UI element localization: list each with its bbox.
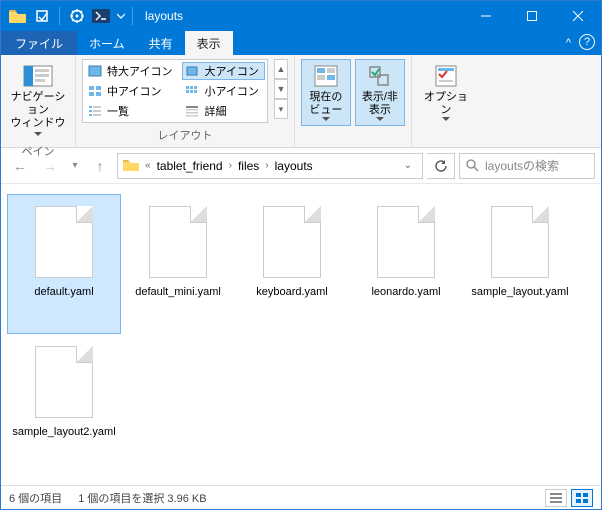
ribbon: ナビゲーション ウィンドウ ペイン 特大アイコン 大アイコン 中アイコン 小アイ… xyxy=(1,55,601,148)
file-name: sample_layout2.yaml xyxy=(12,426,115,440)
ribbon-tabs: ファイル ホーム 共有 表示 ^ ? xyxy=(1,31,601,55)
ribbon-group-views: 現在の ビュー 表示/非 表示 xyxy=(295,55,412,147)
file-item[interactable]: default_mini.yaml xyxy=(121,194,235,334)
breadcrumb-segment[interactable]: tablet_friend xyxy=(154,159,226,173)
chevron-right-icon[interactable]: › xyxy=(264,160,269,171)
file-name: sample_layout.yaml xyxy=(471,286,568,300)
file-item[interactable]: keyboard.yaml xyxy=(235,194,349,334)
navigation-pane-label: ナビゲーション ウィンドウ xyxy=(9,91,67,131)
tab-file[interactable]: ファイル xyxy=(1,31,77,55)
qat-dropdown-icon[interactable] xyxy=(114,5,128,27)
titlebar: layouts xyxy=(1,1,601,31)
breadcrumb-segment[interactable]: layouts xyxy=(272,159,316,173)
layout-small-icons[interactable]: 小アイコン xyxy=(182,82,264,100)
file-item[interactable]: default.yaml xyxy=(7,194,121,334)
file-item[interactable]: sample_layout.yaml xyxy=(463,194,577,334)
powershell-icon[interactable] xyxy=(90,5,112,27)
up-button[interactable]: ↑ xyxy=(87,153,113,179)
current-view-button[interactable]: 現在の ビュー xyxy=(301,59,351,126)
file-name: default.yaml xyxy=(34,286,93,300)
status-selection: 1 個の項目を選択 3.96 KB xyxy=(78,490,206,506)
search-placeholder: layoutsの検索 xyxy=(485,157,559,174)
file-item[interactable]: leonardo.yaml xyxy=(349,194,463,334)
file-name: leonardo.yaml xyxy=(371,286,440,300)
folder-icon xyxy=(122,158,140,174)
recent-locations-button[interactable]: ▾ xyxy=(67,153,83,179)
view-details-toggle[interactable] xyxy=(545,489,567,507)
window-title: layouts xyxy=(145,9,183,23)
file-icon xyxy=(377,206,435,278)
file-item[interactable]: sample_layout2.yaml xyxy=(7,334,121,474)
ribbon-expand-icon[interactable]: ^ xyxy=(566,37,571,49)
file-name: keyboard.yaml xyxy=(256,286,328,300)
close-button[interactable] xyxy=(555,1,601,31)
show-hide-button[interactable]: 表示/非 表示 xyxy=(355,59,405,126)
pin-icon[interactable] xyxy=(31,5,53,27)
quick-access-toolbar xyxy=(1,5,128,27)
status-item-count: 6 個の項目 xyxy=(9,490,62,506)
explorer-window: layouts ファイル ホーム 共有 表示 ^ ? ナビゲーション ウィンドウ xyxy=(0,0,602,510)
address-dropdown-icon[interactable]: ⌄ xyxy=(398,160,418,171)
layout-large-icons[interactable]: 大アイコン xyxy=(182,62,264,80)
status-bar: 6 個の項目 1 個の項目を選択 3.96 KB xyxy=(1,485,601,509)
file-list[interactable]: default.yaml default_mini.yaml keyboard.ya… xyxy=(1,184,601,485)
address-bar-row: ← → ▾ ↑ « tablet_friend › files › layout… xyxy=(1,148,601,184)
tab-home[interactable]: ホーム xyxy=(77,31,137,55)
layout-scroll-down[interactable]: ▼ xyxy=(274,79,288,99)
refresh-button[interactable] xyxy=(427,153,455,179)
file-icon xyxy=(263,206,321,278)
file-name: default_mini.yaml xyxy=(135,286,221,300)
tab-share[interactable]: 共有 xyxy=(137,31,185,55)
folder-icon[interactable] xyxy=(7,5,29,27)
back-button[interactable]: ← xyxy=(7,153,33,179)
chevron-right-icon[interactable]: › xyxy=(228,160,233,171)
view-icons-toggle[interactable] xyxy=(571,489,593,507)
ribbon-group-layout: 特大アイコン 大アイコン 中アイコン 小アイコン 一覧 詳細 ▲ ▼ ▾ レイア… xyxy=(76,55,295,147)
navigation-pane-button[interactable]: ナビゲーション ウィンドウ xyxy=(7,59,69,141)
layout-list[interactable]: 一覧 xyxy=(85,102,178,120)
layout-scroll-up[interactable]: ▲ xyxy=(274,59,288,79)
file-icon xyxy=(491,206,549,278)
layout-medium-icons[interactable]: 中アイコン xyxy=(85,82,178,100)
help-icon[interactable]: ? xyxy=(579,34,595,50)
maximize-button[interactable] xyxy=(509,1,555,31)
breadcrumb-segment[interactable]: files xyxy=(235,159,262,173)
chevron-right-icon[interactable]: « xyxy=(144,160,152,171)
file-icon xyxy=(35,346,93,418)
address-bar[interactable]: « tablet_friend › files › layouts ⌄ xyxy=(117,153,423,179)
navigation-pane-icon xyxy=(22,63,54,89)
layout-details[interactable]: 詳細 xyxy=(182,102,264,120)
options-button[interactable]: オプション xyxy=(418,59,474,126)
layout-expand[interactable]: ▾ xyxy=(274,99,288,119)
search-box[interactable]: layoutsの検索 xyxy=(459,153,595,179)
minimize-button[interactable] xyxy=(463,1,509,31)
file-icon xyxy=(149,206,207,278)
ribbon-group-options: オプション xyxy=(412,55,480,147)
layout-extra-large-icons[interactable]: 特大アイコン xyxy=(85,62,178,80)
tab-view[interactable]: 表示 xyxy=(185,31,233,55)
ribbon-group-pane: ナビゲーション ウィンドウ ペイン xyxy=(1,55,76,147)
search-icon xyxy=(466,159,479,172)
file-icon xyxy=(35,206,93,278)
forward-button[interactable]: → xyxy=(37,153,63,179)
ribbon-group-layout-label: レイアウト xyxy=(82,125,288,147)
properties-icon[interactable] xyxy=(66,5,88,27)
